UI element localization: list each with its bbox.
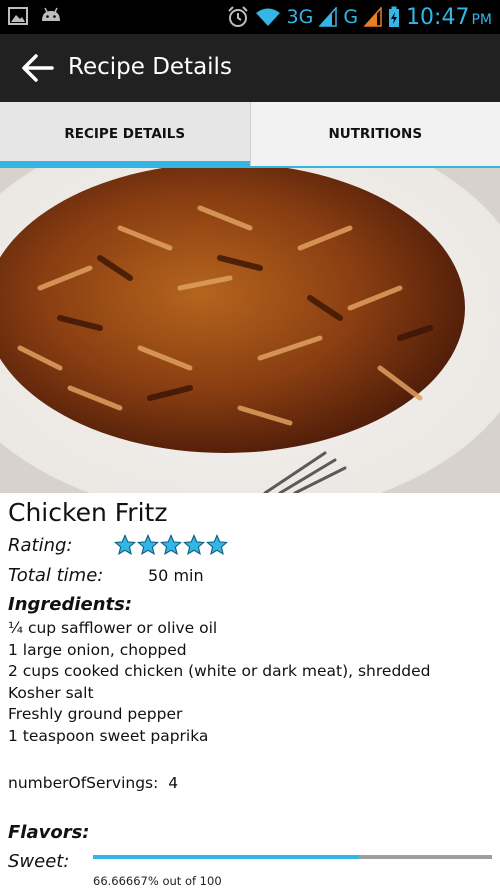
ingredient-item: ¼ cup safflower or olive oil: [8, 619, 218, 637]
rating-stars: [114, 534, 228, 556]
battery-charging-icon: [389, 6, 400, 27]
back-arrow-icon[interactable]: [20, 50, 56, 86]
action-bar: Recipe Details: [0, 34, 500, 102]
rating-label: Rating:: [8, 534, 73, 556]
screen-title: Recipe Details: [68, 54, 232, 80]
alarm-icon: [227, 6, 248, 27]
recipe-title: Chicken Fritz: [8, 498, 168, 527]
star-icon: [114, 534, 136, 556]
gallery-icon: [8, 7, 28, 25]
tab-selected-indicator: [0, 161, 250, 168]
tab-recipe-details[interactable]: RECIPE DETAILS: [0, 102, 250, 168]
ingredient-item: 1 large onion, chopped: [8, 640, 187, 659]
recipe-photo: [0, 168, 500, 493]
star-icon: [183, 534, 205, 556]
flavor-sweet-value: 66.66667% out of 100: [93, 874, 222, 888]
servings-text: numberOfServings: 4: [8, 774, 179, 792]
flavor-sweet-label: Sweet:: [8, 850, 70, 872]
tab-bar: RECIPE DETAILS NUTRITIONS: [0, 102, 500, 168]
total-time-value: 50 min: [148, 565, 204, 585]
ingredients-list: ¼ cup safflower or olive oil 1 large oni…: [8, 618, 492, 747]
total-time-row: Total time: 50 min: [8, 560, 492, 590]
clock-ampm: PM: [471, 11, 492, 28]
clock: 10:47 PM: [406, 5, 492, 30]
ingredient-item: Freshly ground pepper: [8, 705, 183, 723]
tab-nutritions[interactable]: NUTRITIONS: [249, 102, 500, 166]
network-3g-label: 3G: [286, 6, 314, 28]
ingredients-heading: Ingredients:: [8, 594, 133, 615]
tab-nutritions-label: NUTRITIONS: [328, 126, 423, 142]
wifi-icon: [255, 8, 280, 26]
signal-3g-icon: [319, 7, 338, 27]
flavor-row-sweet: Sweet:: [8, 846, 492, 876]
tab-recipe-details-label: RECIPE DETAILS: [64, 126, 186, 142]
flavors-heading: Flavors:: [8, 822, 90, 843]
star-icon: [206, 534, 228, 556]
flavor-sweet-progress: [93, 855, 492, 859]
clock-time: 10:47: [406, 4, 470, 30]
ingredient-item: Kosher salt: [8, 683, 94, 702]
network-g-label: G: [343, 6, 359, 28]
ingredient-item: 1 teaspoon sweet paprika: [8, 726, 209, 745]
total-time-label: Total time:: [8, 564, 104, 586]
rating-row: Rating:: [8, 530, 492, 560]
ingredient-item: 2 cups cooked chicken (white or dark mea…: [8, 662, 431, 680]
status-bar: 3G G 10:47 PM: [0, 0, 500, 34]
recipe-details: Chicken Fritz Rating: Total time: 50 min…: [8, 496, 492, 888]
star-icon: [160, 534, 182, 556]
android-icon: [42, 7, 60, 21]
flavor-sweet-progress-fill: [93, 855, 359, 859]
signal-g-icon: [364, 7, 382, 27]
star-icon: [137, 534, 159, 556]
